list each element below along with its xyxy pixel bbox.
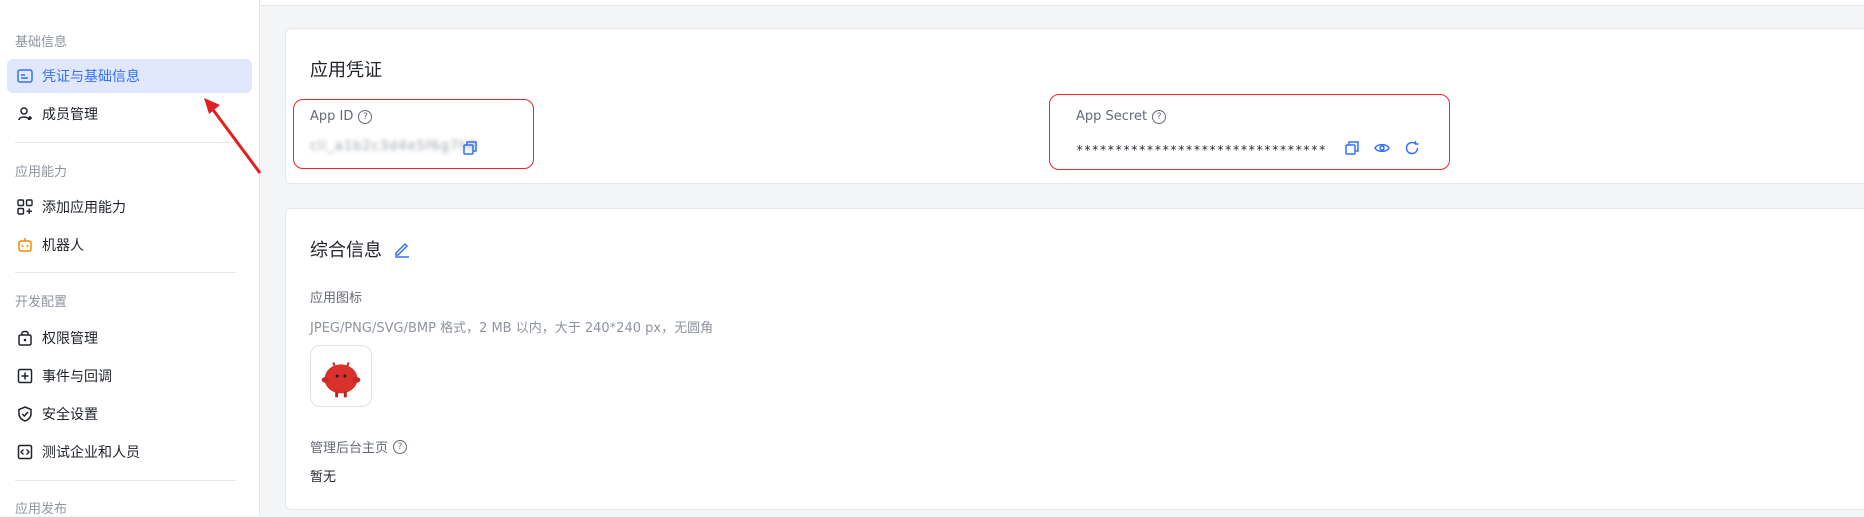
section-title-publish: 应用发布 bbox=[15, 502, 68, 517]
help-icon[interactable]: ? bbox=[393, 439, 408, 454]
robot-icon bbox=[16, 236, 34, 254]
lock-bag-icon bbox=[16, 329, 34, 347]
sidebar-item-permissions[interactable]: 权限管理 bbox=[7, 321, 252, 355]
general-title-row: 综合信息 bbox=[310, 236, 412, 262]
sidebar-item-credentials[interactable]: 凭证与基础信息 bbox=[7, 59, 252, 93]
sidebar-item-label: 权限管理 bbox=[42, 331, 98, 347]
sidebar-item-label: 机器人 bbox=[42, 238, 84, 254]
sidebar-item-add-capability[interactable]: 添加应用能力 bbox=[7, 190, 252, 224]
section-title-dev: 开发配置 bbox=[15, 295, 68, 310]
top-bar bbox=[261, 0, 1864, 6]
add-user-icon bbox=[16, 105, 34, 123]
homepage-label: 管理后台主页 bbox=[310, 441, 389, 456]
app-icon-label: 应用图标 bbox=[310, 291, 363, 306]
refresh-icon[interactable] bbox=[1403, 139, 1421, 157]
code-window-icon bbox=[16, 443, 34, 461]
sidebar-item-label: 安全设置 bbox=[42, 407, 98, 423]
credentials-title: 应用凭证 bbox=[310, 60, 382, 81]
sidebar-item-label: 测试企业和人员 bbox=[42, 445, 140, 461]
eye-icon[interactable] bbox=[1373, 139, 1391, 157]
app-id-label: App ID bbox=[310, 109, 354, 124]
divider bbox=[15, 480, 236, 481]
help-icon[interactable]: ? bbox=[358, 109, 373, 124]
copy-icon[interactable] bbox=[1343, 139, 1361, 157]
app-secret-label-row: App Secret ? bbox=[1076, 109, 1167, 124]
sidebar-item-events[interactable]: 事件与回调 bbox=[7, 359, 252, 393]
help-icon[interactable]: ? bbox=[1152, 109, 1167, 124]
divider bbox=[15, 272, 236, 273]
shield-check-icon bbox=[16, 405, 34, 423]
id-card-icon bbox=[16, 67, 34, 85]
general-title: 综合信息 bbox=[310, 240, 382, 261]
general-info-card: 综合信息 应用图标 JPEG/PNG/SVG/BMP 格式，2 MB 以内，大于… bbox=[285, 208, 1864, 510]
app-id-label-row: App ID ? bbox=[310, 109, 373, 124]
app-id-value: cli_a1b2c3d4e5f6g7h8 bbox=[310, 139, 478, 154]
homepage-label-row: 管理后台主页 ? bbox=[310, 437, 408, 456]
section-title-basic: 基础信息 bbox=[15, 35, 68, 50]
edit-icon[interactable] bbox=[392, 239, 412, 259]
sidebar-item-label: 凭证与基础信息 bbox=[42, 69, 140, 85]
sidebar-item-test-users[interactable]: 测试企业和人员 bbox=[7, 435, 252, 469]
sidebar-item-label: 事件与回调 bbox=[42, 369, 112, 385]
sidebar-item-label: 成员管理 bbox=[42, 107, 98, 123]
sidebar-item-robot[interactable]: 机器人 bbox=[7, 228, 252, 262]
event-plus-icon bbox=[16, 367, 34, 385]
mascot-logo bbox=[321, 362, 361, 398]
copy-icon[interactable] bbox=[461, 139, 479, 157]
sidebar-item-label: 添加应用能力 bbox=[42, 200, 126, 216]
section-title-capability: 应用能力 bbox=[15, 165, 68, 180]
app-secret-value: ******************************** bbox=[1076, 143, 1327, 157]
sidebar-item-security[interactable]: 安全设置 bbox=[7, 397, 252, 431]
app-secret-highlight bbox=[1049, 94, 1450, 170]
grid-plus-icon bbox=[16, 198, 34, 216]
app-icon-upload[interactable] bbox=[310, 345, 372, 407]
credentials-card: 应用凭证 App ID ? cli_a1b2c3d4e5f6g7h8 App S… bbox=[285, 28, 1864, 184]
homepage-value: 暂无 bbox=[310, 470, 337, 485]
sidebar: 基础信息 凭证与基础信息 成员管理 应用能力 添加应用能力 机器人 开发配置 权… bbox=[0, 0, 260, 517]
app-icon-hint: JPEG/PNG/SVG/BMP 格式，2 MB 以内，大于 240*240 p… bbox=[310, 321, 714, 336]
app-secret-label: App Secret bbox=[1076, 109, 1148, 124]
annotation-arrow-icon bbox=[204, 98, 262, 174]
